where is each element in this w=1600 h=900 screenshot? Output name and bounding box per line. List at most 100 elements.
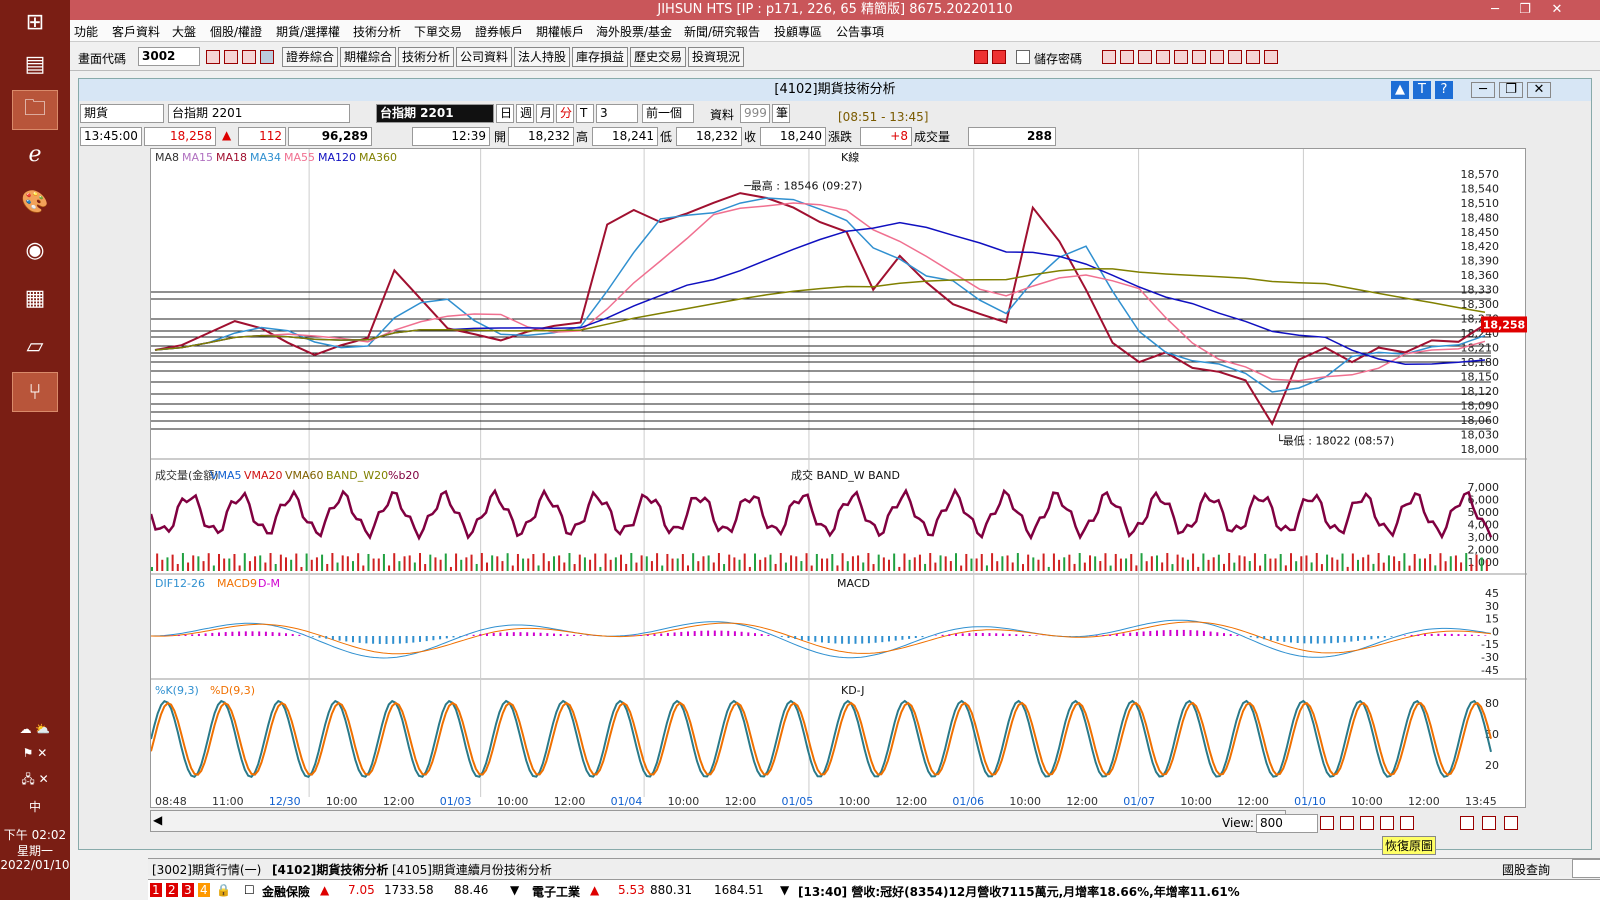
toolbar-button[interactable]: 期權綜合 bbox=[340, 47, 397, 67]
tool-icon-10[interactable] bbox=[1264, 50, 1278, 64]
period-minute[interactable]: 分 bbox=[556, 104, 574, 123]
tool-icon-6[interactable] bbox=[1192, 50, 1206, 64]
gear-icon[interactable] bbox=[1504, 816, 1518, 830]
ticker-checkbox[interactable]: ☐ bbox=[244, 883, 255, 897]
win-close-icon[interactable]: ✕ bbox=[1527, 82, 1551, 98]
close-icon[interactable]: ✕ bbox=[1542, 0, 1572, 20]
prev-button[interactable]: 前一個 bbox=[642, 104, 694, 123]
toolbar-button[interactable]: 公司資料 bbox=[456, 47, 513, 67]
tray-flag-icon[interactable]: ⚑ ✕ bbox=[0, 746, 70, 760]
dm-bar bbox=[894, 636, 897, 641]
menu-item[interactable]: 證券帳戶 bbox=[475, 23, 523, 40]
tool-icon-5[interactable] bbox=[1174, 50, 1188, 64]
horizontal-scrollbar[interactable]: ◀ ▶ bbox=[150, 810, 1286, 832]
view-fit-icon[interactable] bbox=[1380, 816, 1394, 830]
menu-item[interactable]: 個股/權證 bbox=[210, 23, 262, 40]
tool-icon-3[interactable] bbox=[1138, 50, 1152, 64]
view-value[interactable]: 800 bbox=[1256, 814, 1318, 833]
tool-icon-2[interactable] bbox=[1120, 50, 1134, 64]
jihsun-app-icon[interactable]: ⑂ bbox=[12, 372, 58, 412]
period-month[interactable]: 月 bbox=[536, 104, 554, 123]
menu-item[interactable]: 海外股票/基金 bbox=[596, 23, 672, 40]
interval-select[interactable]: 3 bbox=[596, 104, 638, 123]
view-tool-2-icon[interactable] bbox=[1340, 816, 1354, 830]
tray-network-icon[interactable]: 🖧 ✕ bbox=[0, 770, 70, 791]
lock-icon[interactable]: 🔒 bbox=[216, 883, 231, 897]
help-icon[interactable]: ? bbox=[1435, 81, 1453, 99]
ticker-num-4[interactable]: 4 bbox=[198, 883, 210, 897]
dropdown-icon[interactable] bbox=[260, 50, 274, 64]
menu-item[interactable]: 大盤 bbox=[172, 23, 196, 40]
tray-icons[interactable]: ☁ ⛅ bbox=[0, 722, 70, 736]
stock-query-label[interactable]: 國股查詢 bbox=[1502, 861, 1550, 878]
ticker-num-2[interactable]: 2 bbox=[166, 883, 178, 897]
minimize-icon[interactable]: ─ bbox=[1480, 0, 1510, 20]
scroll-left-icon[interactable]: ◀ bbox=[153, 813, 162, 827]
toolbar-button[interactable]: 庫存損益 bbox=[572, 47, 629, 67]
tab-continuous[interactable]: [4105]期貨連續月份技術分析 bbox=[392, 861, 552, 878]
menu-item[interactable]: 技術分析 bbox=[353, 23, 401, 40]
toolbar-button[interactable]: 歷史交易 bbox=[630, 47, 687, 67]
menu-item[interactable]: 期權帳戶 bbox=[536, 23, 584, 40]
desktop-icon[interactable]: ▤ bbox=[12, 44, 58, 84]
menu-item[interactable]: 客戶資料 bbox=[112, 23, 160, 40]
remember-checkbox[interactable] bbox=[1016, 50, 1030, 64]
file-explorer-icon[interactable]: 🗀 bbox=[12, 90, 58, 130]
view-tool-5-icon[interactable] bbox=[1400, 816, 1414, 830]
tool-icon-1[interactable] bbox=[1102, 50, 1116, 64]
text-icon[interactable]: T bbox=[1413, 81, 1431, 99]
win-minimize-icon[interactable]: ─ bbox=[1471, 82, 1495, 98]
menu-item[interactable]: 功能 bbox=[74, 23, 98, 40]
menu-item[interactable]: 新聞/研究報告 bbox=[684, 23, 760, 40]
menu-item[interactable]: 公告事項 bbox=[836, 23, 884, 40]
instrument-select[interactable]: 台指期 2201 bbox=[168, 104, 350, 123]
view-zoom-icon[interactable] bbox=[1360, 816, 1374, 830]
tab-quote[interactable]: [3002]期貨行情(一) bbox=[152, 861, 261, 878]
chart-plot-area[interactable]: 18,570 18,540 18,510 18,480 18,450 18,420 18,3… bbox=[149, 148, 1527, 808]
tool-icon-4[interactable] bbox=[1156, 50, 1170, 64]
chrome-icon[interactable]: ◉ bbox=[12, 230, 58, 270]
spreadsheet-icon[interactable]: ▦ bbox=[12, 278, 58, 318]
ime-indicator[interactable]: 中 bbox=[0, 798, 70, 815]
tab-tech-analysis[interactable]: [4102]期貨技術分析 bbox=[272, 861, 388, 878]
ticker-num-3[interactable]: 3 bbox=[182, 883, 194, 897]
settings-icon[interactable] bbox=[1460, 816, 1474, 830]
menu-item[interactable]: 下單交易 bbox=[414, 23, 462, 40]
windows-start-icon[interactable]: ⊞ bbox=[12, 2, 58, 42]
stock-query-input[interactable] bbox=[1572, 859, 1600, 878]
ticker-num-1[interactable]: 1 bbox=[150, 883, 162, 897]
win-restore-icon[interactable]: ❐ bbox=[1499, 82, 1523, 98]
quote-icon[interactable] bbox=[242, 50, 256, 64]
ticker-dropdown-icon[interactable]: ▼ bbox=[780, 883, 789, 897]
period-week[interactable]: 週 bbox=[516, 104, 534, 123]
view-tool-1-icon[interactable] bbox=[1320, 816, 1334, 830]
toolbar-button[interactable]: 證券綜合 bbox=[282, 47, 339, 67]
tool-icon-7[interactable] bbox=[1210, 50, 1224, 64]
toolbar-button[interactable]: 法人持股 bbox=[514, 47, 571, 67]
search-icon[interactable] bbox=[206, 50, 220, 64]
edit-icon[interactable] bbox=[1482, 816, 1496, 830]
tool-icon-8[interactable] bbox=[1228, 50, 1242, 64]
tool-icon-9[interactable] bbox=[1246, 50, 1260, 64]
volume-tick-label: 3,000 bbox=[1468, 531, 1500, 544]
toolbar-button[interactable]: 投資現況 bbox=[688, 47, 745, 67]
notes-icon[interactable]: ▱ bbox=[12, 326, 58, 366]
ie-browser-icon[interactable]: ℯ bbox=[12, 134, 58, 174]
period-day[interactable]: 日 bbox=[496, 104, 514, 123]
up-icon[interactable]: ▲ bbox=[1391, 81, 1409, 99]
restore-button[interactable]: 恢復原圖 bbox=[1382, 836, 1437, 855]
maximize-icon[interactable]: ❐ bbox=[1510, 0, 1540, 20]
next-arrow-icon[interactable] bbox=[992, 50, 1006, 64]
type-select[interactable]: 期貨 bbox=[80, 104, 164, 123]
paint-icon[interactable]: 🎨 bbox=[12, 182, 58, 222]
bars-button[interactable]: 筆 bbox=[772, 104, 790, 123]
toolbar-button[interactable]: 技術分析 bbox=[398, 47, 455, 67]
window-icon[interactable] bbox=[224, 50, 238, 64]
period-tick[interactable]: T bbox=[576, 104, 594, 123]
data-count-input[interactable]: 999 bbox=[740, 104, 770, 123]
ticker-dropdown-icon[interactable]: ▼ bbox=[510, 883, 519, 897]
prev-arrow-icon[interactable] bbox=[974, 50, 988, 64]
menu-item[interactable]: 投顧專區 bbox=[774, 23, 822, 40]
menu-item[interactable]: 期貨/選擇權 bbox=[276, 23, 340, 40]
screen-code-input[interactable]: 3002 bbox=[138, 47, 200, 66]
